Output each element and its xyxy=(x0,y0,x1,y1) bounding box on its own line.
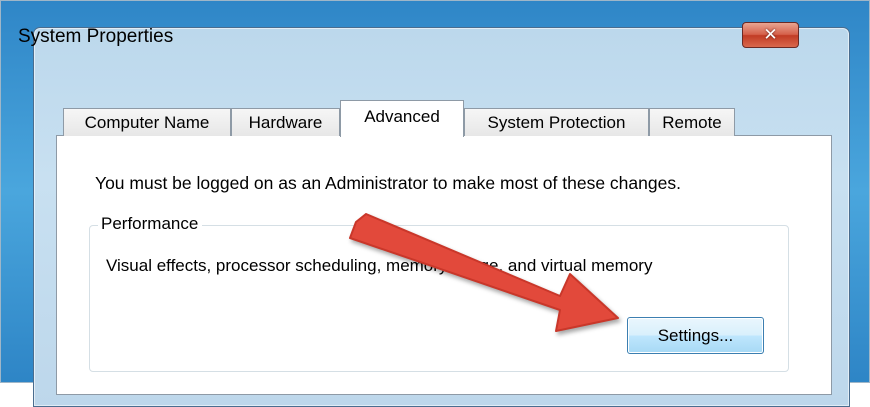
tab-system-protection[interactable]: System Protection xyxy=(464,108,649,136)
tab-remote[interactable]: Remote xyxy=(649,108,735,136)
window-title: System Properties xyxy=(18,26,174,47)
tab-computer-name[interactable]: Computer Name xyxy=(63,108,231,136)
tab-hardware[interactable]: Hardware xyxy=(231,108,340,136)
tab-advanced[interactable]: Advanced xyxy=(340,100,464,137)
performance-settings-button[interactable]: Settings... xyxy=(627,317,764,354)
close-icon: ✕ xyxy=(763,25,778,44)
close-button[interactable]: ✕ xyxy=(742,22,799,48)
performance-description: Visual effects, processor scheduling, me… xyxy=(106,256,653,275)
performance-heading: Performance xyxy=(98,214,203,234)
administrator-notice: You must be logged on as an Administrato… xyxy=(95,173,681,193)
